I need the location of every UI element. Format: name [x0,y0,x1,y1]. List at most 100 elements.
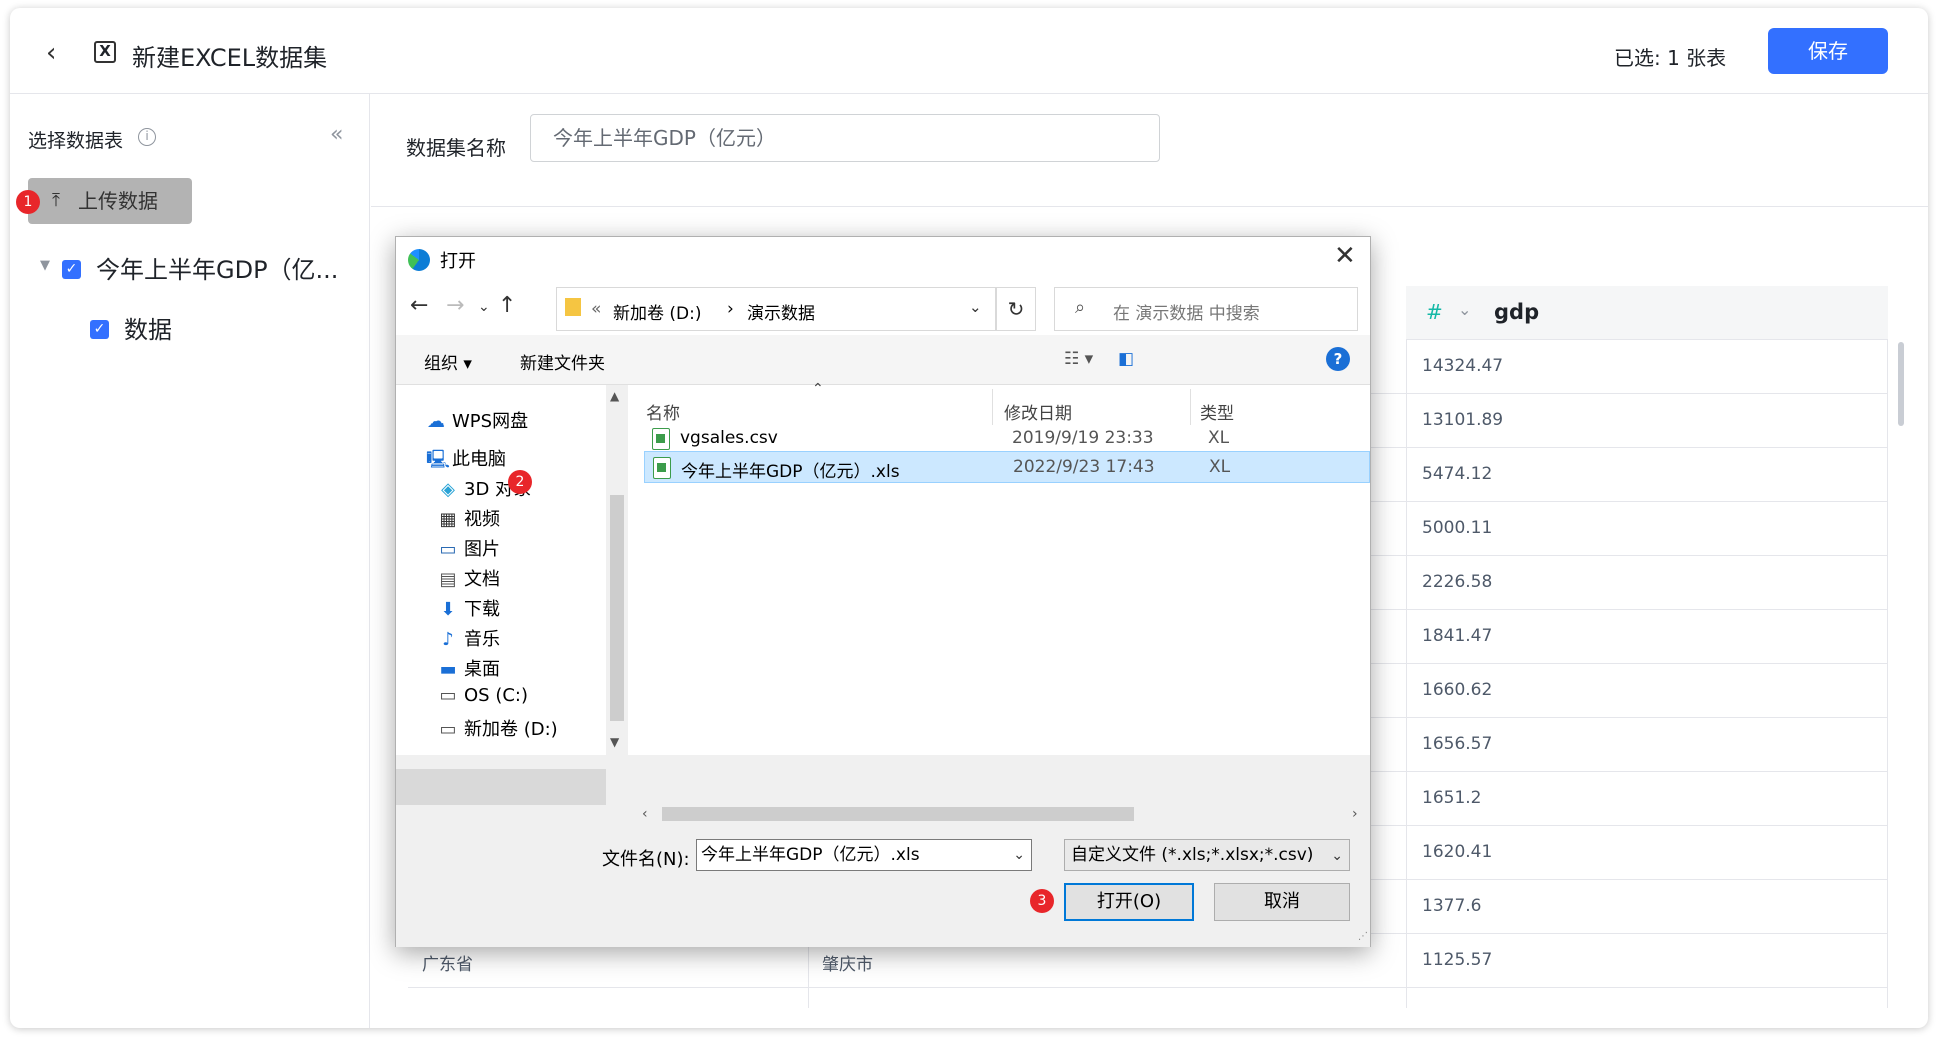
nav-item[interactable]: ▭ OS (C:) [438,685,528,706]
scrollbar-thumb[interactable] [610,495,624,721]
nav-item[interactable]: ▦ 视频 [438,505,500,531]
drive-icon: ▭ [439,719,457,740]
cube-icon: ◈ [441,479,455,500]
resize-grip-icon[interactable]: ⋰ [1358,931,1368,942]
back-arrow-icon[interactable]: ← [410,293,428,318]
recent-locations-icon[interactable]: ⌄ [478,299,490,315]
file-name: 今年上半年GDP（亿元）.xls [681,462,900,482]
organize-menu[interactable]: 组织 ▾ [424,349,472,374]
forward-arrow-icon[interactable]: → [446,293,464,318]
table-scrollbar[interactable] [1898,342,1904,426]
table-cell-gdp: 1620.41 [1422,842,1493,862]
address-separator[interactable]: › [727,299,734,319]
table-cell-gdp: 1651.2 [1422,788,1482,808]
edge-browser-icon [408,249,430,271]
scroll-up-icon[interactable]: ▲ [610,389,619,403]
tree-item-sheet[interactable]: 数据 [124,310,172,345]
preview-pane-icon[interactable]: ◧ [1118,349,1134,369]
document-icon: ▤ [439,569,457,590]
file-type: XL [1209,457,1231,477]
close-icon[interactable]: ✕ [1334,241,1356,271]
chevron-down-icon[interactable]: ⌄ [1458,300,1471,319]
column-name: gdp [1494,300,1540,324]
file-row[interactable]: 今年上半年GDP（亿元）.xls 2022/9/23 17:43 XL [644,451,1370,483]
column-separator [992,389,993,425]
nav-item[interactable]: ▤ 文档 [438,565,500,591]
file-name: vgsales.csv [680,428,778,448]
number-type-icon: # [1426,300,1443,324]
back-icon[interactable]: ‹ [46,38,56,68]
scroll-right-icon[interactable]: › [1352,806,1358,822]
step-badge-2: 2 [508,470,532,494]
table-cell-gdp: 14324.47 [1422,356,1504,376]
nav-item[interactable]: 🖳 此电脑 [426,445,506,477]
filename-input[interactable]: 今年上半年GDP（亿元）.xls ⌄ [696,839,1032,871]
spreadsheet-file-icon [653,457,671,479]
upload-data-button[interactable]: ⤒ 上传数据 [28,178,192,224]
chevron-down-icon[interactable]: ⌄ [1013,840,1025,870]
navigation-bar: ← → ⌄ ↑ « 新加卷 (D:) › 演示数据 ⌄ ↻ ⌕ 在 演示数据 中… [396,279,1370,335]
navigation-scrollbar[interactable]: ▲ ▼ [606,385,628,755]
table-cell-gdp: 1125.57 [1422,950,1493,970]
nav-item[interactable]: ▬ 桌面 [438,655,500,681]
info-icon[interactable]: i [138,128,156,146]
scroll-left-icon[interactable]: ‹ [642,806,648,822]
video-icon: ▦ [439,509,457,530]
nav-item[interactable]: ▭ 图片 [438,535,500,561]
column-header-name[interactable]: 名称 [646,399,680,424]
address-segment-drive[interactable]: 新加卷 (D:) [613,299,702,324]
file-list: 名称 ⌃ 修改日期 类型 vgsales.csv 2019/9/19 23:33 X… [628,381,1370,755]
cancel-button[interactable]: 取消 [1214,883,1350,921]
step-badge-1: 1 [16,190,40,214]
header-bar: ‹ X 新建EXCEL数据集 已选: 1 张表 保存 [10,8,1928,94]
folder-icon [565,298,581,316]
sidebar-title: 选择数据表 [28,130,124,152]
tree-checkbox-sheet[interactable]: ✓ [90,320,109,339]
tree-expand-icon[interactable]: ▼ [40,258,50,273]
search-box[interactable]: ⌕ 在 演示数据 中搜索 [1054,287,1358,331]
scrollbar-thumb[interactable] [662,807,1134,821]
column-header-gdp[interactable]: # ⌄ gdp [1406,286,1888,340]
collapse-sidebar-icon[interactable]: « [330,122,343,147]
new-folder-button[interactable]: 新建文件夹 [520,349,605,374]
nav-item-label: 新加卷 (D:) [464,719,558,740]
chevron-down-icon[interactable]: ⌄ [1331,841,1343,871]
file-date: 2019/9/19 23:33 [1012,428,1154,448]
drive-icon: ▭ [439,685,457,706]
view-options-icon[interactable]: ☷ ▾ [1064,349,1093,369]
file-list-scrollbar[interactable]: ‹ › [636,803,1370,825]
refresh-icon[interactable]: ↻ [996,287,1036,331]
table-cell-gdp: 5000.11 [1422,518,1493,538]
step-badge-3: 3 [1030,889,1054,913]
nav-item[interactable]: ☁ WPS网盘 [426,407,528,433]
selected-count: 已选: 1 张表 [1614,46,1727,70]
help-icon[interactable]: ? [1326,347,1350,371]
address-bar[interactable]: « 新加卷 (D:) › 演示数据 ⌄ [556,287,996,331]
upload-icon: ⤒ [52,190,60,211]
column-separator [1190,389,1191,425]
dataset-name-label: 数据集名称 [406,136,506,160]
tree-item-table[interactable]: 今年上半年GDP（亿... [96,250,338,285]
tree-checkbox-table[interactable]: ✓ [62,260,81,279]
address-segment-folder[interactable]: 演示数据 [747,299,815,324]
nav-item[interactable]: ⬇ 下载 [438,595,500,621]
music-icon: ♪ [442,629,454,650]
divider [371,206,1928,207]
up-arrow-icon[interactable]: ↑ [498,293,516,318]
computer-icon: 🖳 [426,449,451,470]
nav-item[interactable]: ♪ 音乐 [438,625,500,651]
search-placeholder: 在 演示数据 中搜索 [1113,304,1260,324]
file-type-select[interactable]: 自定义文件 (*.xls;*.xlsx;*.csv) ⌄ [1064,839,1350,871]
nav-item[interactable]: ▭ 新加卷 (D:) [438,715,558,741]
dialog-title-bar: 打开 ✕ [396,237,1370,279]
dataset-name-input[interactable]: 今年上半年GDP（亿元） [530,114,1160,162]
save-button[interactable]: 保存 [1768,28,1888,74]
address-overflow[interactable]: « [591,299,601,319]
open-button[interactable]: 打开(O) [1064,883,1194,921]
table-cell-city: 肇庆市 [822,955,873,975]
scroll-down-icon[interactable]: ▼ [610,735,619,749]
column-header-date[interactable]: 修改日期 [1004,399,1072,424]
nav-item-label: 此电脑 [452,449,506,470]
column-header-type[interactable]: 类型 [1200,399,1234,424]
chevron-down-icon[interactable]: ⌄ [969,298,982,316]
